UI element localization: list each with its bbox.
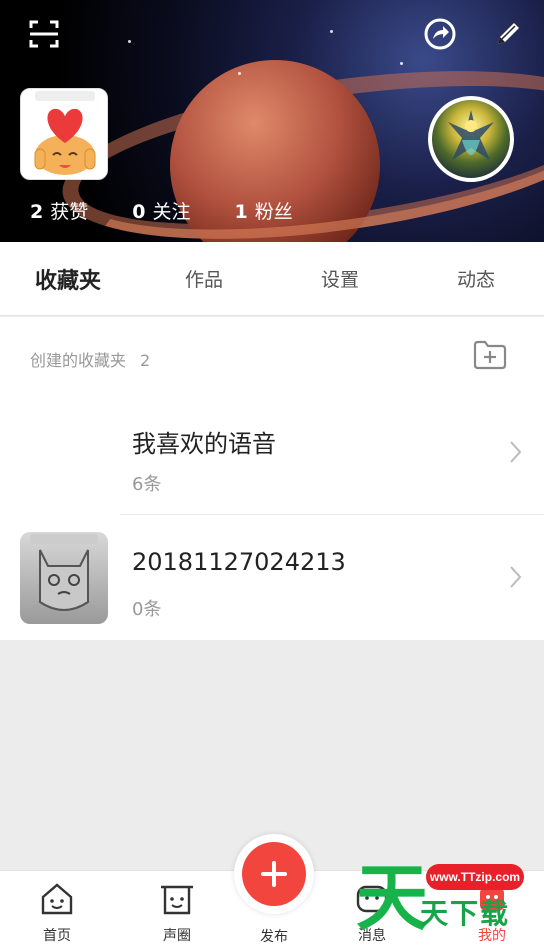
profile-stats: 2 获赞 0 关注 1 粉丝 bbox=[30, 197, 337, 224]
folder-count: 6条 bbox=[132, 474, 162, 495]
stat-following-count: 0 bbox=[132, 201, 146, 223]
profile-tabs: 收藏夹 作品 设置 动态 bbox=[0, 242, 544, 316]
stat-followers-label: 粉丝 bbox=[254, 201, 293, 223]
watermark-big-char: 天 bbox=[356, 856, 429, 940]
chevron-right-icon bbox=[506, 562, 526, 592]
folder-name: 我喜欢的语音 bbox=[132, 430, 276, 458]
divider bbox=[120, 514, 544, 515]
tab-works[interactable]: 作品 bbox=[136, 265, 272, 292]
plus-icon bbox=[242, 842, 306, 906]
list-item[interactable]: 20181127024213 0条 bbox=[0, 0, 544, 624]
stat-followers[interactable]: 1 粉丝 bbox=[235, 197, 293, 224]
publish-button[interactable] bbox=[234, 834, 314, 914]
stat-likes[interactable]: 2 获赞 bbox=[30, 197, 88, 224]
stat-likes-count: 2 bbox=[30, 201, 44, 223]
nav-publish-label: 发布 bbox=[260, 929, 288, 945]
nav-circle-label: 声圈 bbox=[163, 928, 191, 944]
watermark: 天 www.TTzip.com 天下载 bbox=[356, 858, 544, 946]
circle-icon bbox=[161, 885, 193, 915]
folder-name: 20181127024213 bbox=[132, 548, 346, 576]
section-header: 创建的收藏夹 2 bbox=[30, 347, 150, 371]
chevron-right-icon bbox=[506, 437, 526, 467]
tab-settings[interactable]: 设置 bbox=[272, 265, 408, 292]
watermark-text: 天下载 bbox=[420, 897, 511, 930]
nav-home-label: 首页 bbox=[43, 928, 71, 944]
nav-home[interactable]: 首页 bbox=[17, 871, 97, 946]
section-title: 创建的收藏夹 bbox=[30, 351, 127, 370]
section-count: 2 bbox=[140, 351, 151, 370]
stat-followers-count: 1 bbox=[234, 201, 248, 223]
stat-following[interactable]: 0 关注 bbox=[132, 197, 190, 224]
folder-count: 0条 bbox=[132, 599, 162, 620]
stat-likes-label: 获赞 bbox=[50, 201, 89, 223]
tab-activity[interactable]: 动态 bbox=[408, 265, 544, 292]
home-icon bbox=[41, 883, 73, 915]
watermark-url: www.TTzip.com bbox=[426, 864, 524, 890]
add-folder-icon[interactable] bbox=[472, 339, 508, 371]
tab-favorites[interactable]: 收藏夹 bbox=[0, 263, 136, 295]
nav-circle[interactable]: 声圈 bbox=[137, 871, 217, 946]
stat-following-label: 关注 bbox=[152, 201, 191, 223]
folder-thumbnail-grey-cat-icon bbox=[20, 532, 108, 624]
